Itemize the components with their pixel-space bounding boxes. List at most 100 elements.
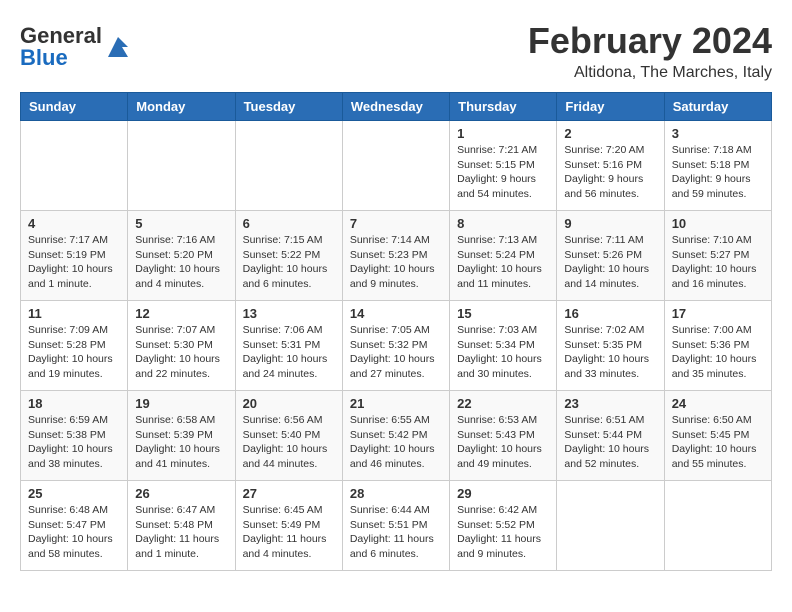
logo: General Blue: [20, 25, 132, 69]
calendar-day-cell: 6Sunrise: 7:15 AM Sunset: 5:22 PM Daylig…: [235, 211, 342, 301]
day-info: Sunrise: 7:10 AM Sunset: 5:27 PM Dayligh…: [672, 233, 764, 292]
calendar-week-row: 25 Sunrise: 6:48 AM Sunset: 5:47 PM Dayli…: [21, 481, 772, 571]
day-info: Sunrise: 7:07 AM Sunset: 5:30 PM Dayligh…: [135, 323, 227, 382]
day-number: 11: [28, 306, 120, 321]
day-info: Sunrise: 6:42 AM Sunset: 5:52 PM Dayligh…: [457, 503, 549, 562]
day-number: 8: [457, 216, 549, 231]
calendar-day-cell: 13 Sunrise: 7:06 AM Sunset: 5:31 PM Dayli…: [235, 301, 342, 391]
calendar-day-cell: 11 Sunrise: 7:09 AM Sunset: 5:28 PM Dayli…: [21, 301, 128, 391]
day-number: 29: [457, 486, 549, 501]
day-info: Sunrise: 6:59 AM Sunset: 5:38 PM Dayligh…: [28, 413, 120, 472]
day-info: Sunrise: 6:50 AM Sunset: 5:45 PM Dayligh…: [672, 413, 764, 472]
day-number: 22: [457, 396, 549, 411]
day-info: Sunrise: 6:56 AM Sunset: 5:40 PM Dayligh…: [243, 413, 335, 472]
weekday-header: Thursday: [450, 93, 557, 121]
calendar-day-cell: [21, 121, 128, 211]
calendar-week-row: 4 Sunrise: 7:17 AM Sunset: 5:19 PM Daylig…: [21, 211, 772, 301]
day-info: Sunrise: 7:20 AM Sunset: 5:16 PM Dayligh…: [564, 143, 656, 202]
day-number: 5: [135, 216, 227, 231]
calendar-day-cell: 19 Sunrise: 6:58 AM Sunset: 5:39 PM Dayli…: [128, 391, 235, 481]
calendar-day-cell: 18 Sunrise: 6:59 AM Sunset: 5:38 PM Dayli…: [21, 391, 128, 481]
day-number: 25: [28, 486, 120, 501]
day-number: 21: [350, 396, 442, 411]
calendar-day-cell: 24 Sunrise: 6:50 AM Sunset: 5:45 PM Dayli…: [664, 391, 771, 481]
month-title: February 2024: [528, 20, 772, 62]
calendar-day-cell: [342, 121, 449, 211]
day-info: Sunrise: 6:45 AM Sunset: 5:49 PM Dayligh…: [243, 503, 335, 562]
calendar-day-cell: 10Sunrise: 7:10 AM Sunset: 5:27 PM Dayli…: [664, 211, 771, 301]
logo-blue: Blue: [20, 47, 102, 69]
calendar-day-cell: 9 Sunrise: 7:11 AM Sunset: 5:26 PM Daylig…: [557, 211, 664, 301]
day-number: 1: [457, 126, 549, 141]
day-info: Sunrise: 7:11 AM Sunset: 5:26 PM Dayligh…: [564, 233, 656, 292]
calendar-day-cell: 21Sunrise: 6:55 AM Sunset: 5:42 PM Dayli…: [342, 391, 449, 481]
calendar-day-cell: [664, 481, 771, 571]
day-number: 23: [564, 396, 656, 411]
day-info: Sunrise: 6:51 AM Sunset: 5:44 PM Dayligh…: [564, 413, 656, 472]
day-info: Sunrise: 6:48 AM Sunset: 5:47 PM Dayligh…: [28, 503, 120, 562]
day-info: Sunrise: 7:18 AM Sunset: 5:18 PM Dayligh…: [672, 143, 764, 202]
day-number: 9: [564, 216, 656, 231]
day-number: 2: [564, 126, 656, 141]
location-title: Altidona, The Marches, Italy: [528, 64, 772, 82]
calendar-day-cell: 20 Sunrise: 6:56 AM Sunset: 5:40 PM Dayli…: [235, 391, 342, 481]
day-info: Sunrise: 7:13 AM Sunset: 5:24 PM Dayligh…: [457, 233, 549, 292]
day-info: Sunrise: 7:17 AM Sunset: 5:19 PM Dayligh…: [28, 233, 120, 292]
logo-general: General: [20, 25, 102, 47]
logo-icon: [104, 33, 132, 61]
calendar-day-cell: 29 Sunrise: 6:42 AM Sunset: 5:52 PM Dayli…: [450, 481, 557, 571]
day-info: Sunrise: 6:44 AM Sunset: 5:51 PM Dayligh…: [350, 503, 442, 562]
calendar-day-cell: 15Sunrise: 7:03 AM Sunset: 5:34 PM Dayli…: [450, 301, 557, 391]
day-number: 14: [350, 306, 442, 321]
calendar-day-cell: 8 Sunrise: 7:13 AM Sunset: 5:24 PM Daylig…: [450, 211, 557, 301]
calendar-day-cell: 17 Sunrise: 7:00 AM Sunset: 5:36 PM Dayli…: [664, 301, 771, 391]
calendar-day-cell: 25 Sunrise: 6:48 AM Sunset: 5:47 PM Dayli…: [21, 481, 128, 571]
day-number: 17: [672, 306, 764, 321]
day-number: 15: [457, 306, 549, 321]
title-section: February 2024 Altidona, The Marches, Ita…: [528, 20, 772, 82]
weekday-header: Monday: [128, 93, 235, 121]
day-info: Sunrise: 6:53 AM Sunset: 5:43 PM Dayligh…: [457, 413, 549, 472]
weekday-header: Friday: [557, 93, 664, 121]
day-number: 16: [564, 306, 656, 321]
weekday-header: Sunday: [21, 93, 128, 121]
day-info: Sunrise: 7:09 AM Sunset: 5:28 PM Dayligh…: [28, 323, 120, 382]
day-number: 28: [350, 486, 442, 501]
weekday-header: Saturday: [664, 93, 771, 121]
day-number: 24: [672, 396, 764, 411]
day-info: Sunrise: 7:21 AM Sunset: 5:15 PM Dayligh…: [457, 143, 549, 202]
day-number: 18: [28, 396, 120, 411]
calendar-table: SundayMondayTuesdayWednesdayThursdayFrid…: [20, 92, 772, 571]
day-number: 27: [243, 486, 335, 501]
calendar-day-cell: 12 Sunrise: 7:07 AM Sunset: 5:30 PM Dayli…: [128, 301, 235, 391]
calendar-day-cell: 27 Sunrise: 6:45 AM Sunset: 5:49 PM Dayli…: [235, 481, 342, 571]
calendar-day-cell: 2 Sunrise: 7:20 AM Sunset: 5:16 PM Daylig…: [557, 121, 664, 211]
day-info: Sunrise: 7:05 AM Sunset: 5:32 PM Dayligh…: [350, 323, 442, 382]
calendar-week-row: 11 Sunrise: 7:09 AM Sunset: 5:28 PM Dayli…: [21, 301, 772, 391]
day-number: 3: [672, 126, 764, 141]
calendar-day-cell: 1 Sunrise: 7:21 AM Sunset: 5:15 PM Daylig…: [450, 121, 557, 211]
calendar-day-cell: [557, 481, 664, 571]
calendar-day-cell: 5Sunrise: 7:16 AM Sunset: 5:20 PM Daylig…: [128, 211, 235, 301]
calendar-day-cell: [128, 121, 235, 211]
page-header: General Blue February 2024 Altidona, The…: [20, 20, 772, 82]
day-info: Sunrise: 7:02 AM Sunset: 5:35 PM Dayligh…: [564, 323, 656, 382]
day-number: 12: [135, 306, 227, 321]
calendar-day-cell: 26Sunrise: 6:47 AM Sunset: 5:48 PM Dayli…: [128, 481, 235, 571]
day-info: Sunrise: 7:00 AM Sunset: 5:36 PM Dayligh…: [672, 323, 764, 382]
day-info: Sunrise: 7:14 AM Sunset: 5:23 PM Dayligh…: [350, 233, 442, 292]
day-number: 4: [28, 216, 120, 231]
logo-text: General Blue: [20, 25, 102, 69]
calendar-week-row: 18 Sunrise: 6:59 AM Sunset: 5:38 PM Dayli…: [21, 391, 772, 481]
calendar-day-cell: 3 Sunrise: 7:18 AM Sunset: 5:18 PM Daylig…: [664, 121, 771, 211]
day-info: Sunrise: 6:58 AM Sunset: 5:39 PM Dayligh…: [135, 413, 227, 472]
day-number: 26: [135, 486, 227, 501]
calendar-day-cell: [235, 121, 342, 211]
day-number: 20: [243, 396, 335, 411]
day-number: 13: [243, 306, 335, 321]
calendar-day-cell: 28 Sunrise: 6:44 AM Sunset: 5:51 PM Dayli…: [342, 481, 449, 571]
day-info: Sunrise: 7:06 AM Sunset: 5:31 PM Dayligh…: [243, 323, 335, 382]
calendar-day-cell: 4 Sunrise: 7:17 AM Sunset: 5:19 PM Daylig…: [21, 211, 128, 301]
day-number: 19: [135, 396, 227, 411]
calendar-week-row: 1 Sunrise: 7:21 AM Sunset: 5:15 PM Daylig…: [21, 121, 772, 211]
